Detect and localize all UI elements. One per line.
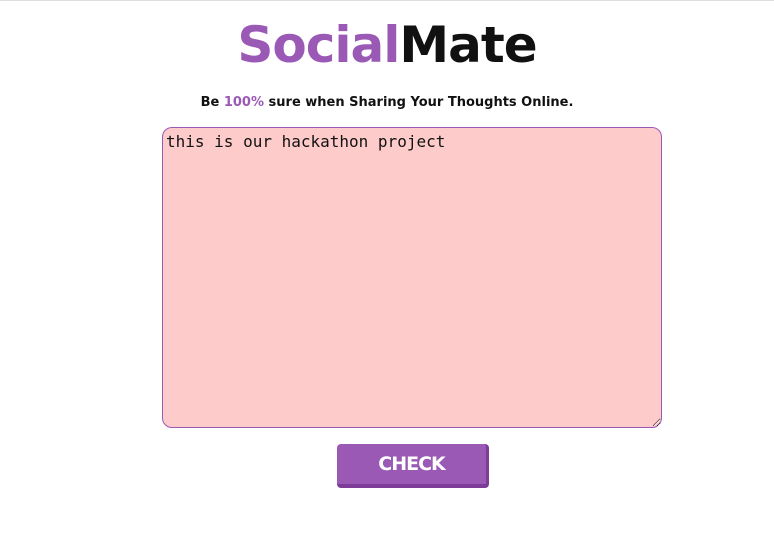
tagline-prefix: Be [200, 95, 224, 110]
check-button[interactable]: CHECK [337, 444, 489, 488]
tagline: Be 100% sure when Sharing Your Thoughts … [0, 93, 774, 113]
tagline-suffix: sure when Sharing Your Thoughts Online. [264, 95, 574, 110]
logo-social: Social [237, 16, 400, 74]
thought-textarea[interactable]: this is our hackathon project [162, 127, 662, 428]
app-logo: SocialMate [0, 13, 774, 77]
logo-mate: Mate [399, 16, 537, 74]
tagline-highlight: 100% [223, 95, 265, 110]
text-input-container: this is our hackathon project [162, 127, 662, 428]
